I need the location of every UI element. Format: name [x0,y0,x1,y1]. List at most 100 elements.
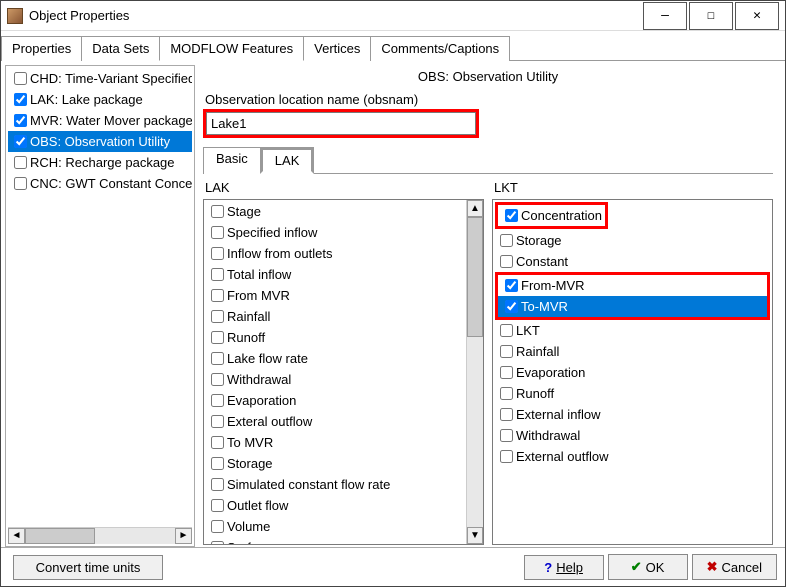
tree-check-lak[interactable] [14,93,27,106]
tree-check-cnc[interactable] [14,177,27,190]
lak-item[interactable]: Inflow from outlets [204,243,466,264]
lak-item-check[interactable] [211,457,224,470]
tree-item-obs[interactable]: OBS: Observation Utility [8,131,192,152]
minimize-button[interactable]: — [643,2,687,30]
lkt-item[interactable]: External outflow [493,446,772,467]
lkt-item[interactable]: Concentration [498,205,605,226]
lkt-item[interactable]: To-MVR [498,296,767,317]
lak-item-check[interactable] [211,331,224,344]
tree-item-mvr[interactable]: MVR: Water Mover package [8,110,192,131]
lkt-item[interactable]: Evaporation [493,362,772,383]
close-button[interactable]: ✕ [735,2,779,30]
lak-vthumb[interactable] [467,217,483,337]
lak-item-check[interactable] [211,373,224,386]
scroll-down-button[interactable]: ▼ [467,527,483,544]
feature-tree[interactable]: CHD: Time-Variant Specified Head package… [8,68,192,527]
lak-vscroll[interactable]: ▲ ▼ [466,200,483,544]
lkt-item[interactable]: Runoff [493,383,772,404]
tab-data-sets[interactable]: Data Sets [81,36,160,61]
tree-check-obs[interactable] [14,135,27,148]
lkt-item-check[interactable] [500,324,513,337]
scroll-track[interactable] [25,528,175,544]
tree-check-mvr[interactable] [14,114,27,127]
lkt-item-check[interactable] [500,255,513,268]
lak-item[interactable]: Evaporation [204,390,466,411]
lak-item-check[interactable] [211,478,224,491]
scroll-right-button[interactable]: ► [175,528,192,544]
lkt-item-check[interactable] [500,408,513,421]
lak-listbox[interactable]: StageSpecified inflowInflow from outlets… [203,199,484,545]
lkt-item-check[interactable] [500,345,513,358]
lak-item[interactable]: Withdrawal [204,369,466,390]
help-button[interactable]: ?Help [524,555,604,580]
lkt-item-check[interactable] [500,366,513,379]
tree-check-rch[interactable] [14,156,27,169]
lkt-item-check[interactable] [500,234,513,247]
lkt-item[interactable]: Constant [493,251,772,272]
inner-tab-lak[interactable]: LAK [260,147,315,174]
lkt-item-check[interactable] [500,429,513,442]
lak-vtrack[interactable] [467,217,483,527]
lak-item[interactable]: Lake flow rate [204,348,466,369]
lkt-item[interactable]: From-MVR [498,275,767,296]
lak-item-check[interactable] [211,541,224,544]
lak-item-check[interactable] [211,310,224,323]
lak-item[interactable]: Storage [204,453,466,474]
convert-time-units-button[interactable]: Convert time units [13,555,163,580]
lak-item-check[interactable] [211,499,224,512]
lak-item-check[interactable] [211,289,224,302]
lkt-item[interactable]: LKT [493,320,772,341]
tab-properties[interactable]: Properties [1,36,82,61]
tree-check-chd[interactable] [14,72,27,85]
tree-hscroll[interactable]: ◄ ► [8,527,192,544]
tree-item-rch[interactable]: RCH: Recharge package [8,152,192,173]
lkt-listbox[interactable]: Concentration StorageConstant From-MVR To-M… [492,199,773,545]
lkt-item-check[interactable] [505,300,518,313]
lak-item[interactable]: Surface area [204,537,466,544]
lak-item[interactable]: Runoff [204,327,466,348]
lkt-item-label: From-MVR [521,278,585,293]
lak-item[interactable]: From MVR [204,285,466,306]
lkt-item-check[interactable] [505,209,518,222]
lkt-item[interactable]: Rainfall [493,341,772,362]
lkt-item[interactable]: External inflow [493,404,772,425]
lkt-item-check[interactable] [500,450,513,463]
section-heading: OBS: Observation Utility [203,67,773,92]
scroll-left-button[interactable]: ◄ [8,528,25,544]
lak-item[interactable]: Outlet flow [204,495,466,516]
lak-item-check[interactable] [211,268,224,281]
lak-item-check[interactable] [211,352,224,365]
maximize-button[interactable]: ☐ [689,2,733,30]
obsnam-input[interactable] [206,112,476,135]
lkt-item[interactable]: Withdrawal [493,425,772,446]
lak-item-check[interactable] [211,205,224,218]
inner-tab-basic[interactable]: Basic [203,147,261,174]
lak-item[interactable]: Volume [204,516,466,537]
scroll-thumb[interactable] [25,528,95,544]
tab-modflow-features[interactable]: MODFLOW Features [159,36,304,61]
lkt-item-check[interactable] [505,279,518,292]
scroll-up-button[interactable]: ▲ [467,200,483,217]
lak-item[interactable]: Simulated constant flow rate [204,474,466,495]
lak-item-check[interactable] [211,226,224,239]
tab-vertices[interactable]: Vertices [303,36,371,61]
lak-item[interactable]: To MVR [204,432,466,453]
tree-item-lak[interactable]: LAK: Lake package [8,89,192,110]
lak-item-check[interactable] [211,436,224,449]
lak-item-check[interactable] [211,247,224,260]
lak-item[interactable]: Rainfall [204,306,466,327]
lak-item[interactable]: Exteral outflow [204,411,466,432]
tab-comments-captions[interactable]: Comments/Captions [370,36,510,61]
lak-item-check[interactable] [211,415,224,428]
tree-item-chd[interactable]: CHD: Time-Variant Specified Head package [8,68,192,89]
lkt-item[interactable]: Storage [493,230,772,251]
lak-item-check[interactable] [211,394,224,407]
lak-item-check[interactable] [211,520,224,533]
cancel-button[interactable]: ✖Cancel [692,554,777,580]
lak-item[interactable]: Stage [204,201,466,222]
lak-item[interactable]: Total inflow [204,264,466,285]
lkt-item-check[interactable] [500,387,513,400]
lak-item[interactable]: Specified inflow [204,222,466,243]
ok-button[interactable]: ✔OK [608,554,688,580]
tree-item-cnc[interactable]: CNC: GWT Constant Concentration package [8,173,192,194]
